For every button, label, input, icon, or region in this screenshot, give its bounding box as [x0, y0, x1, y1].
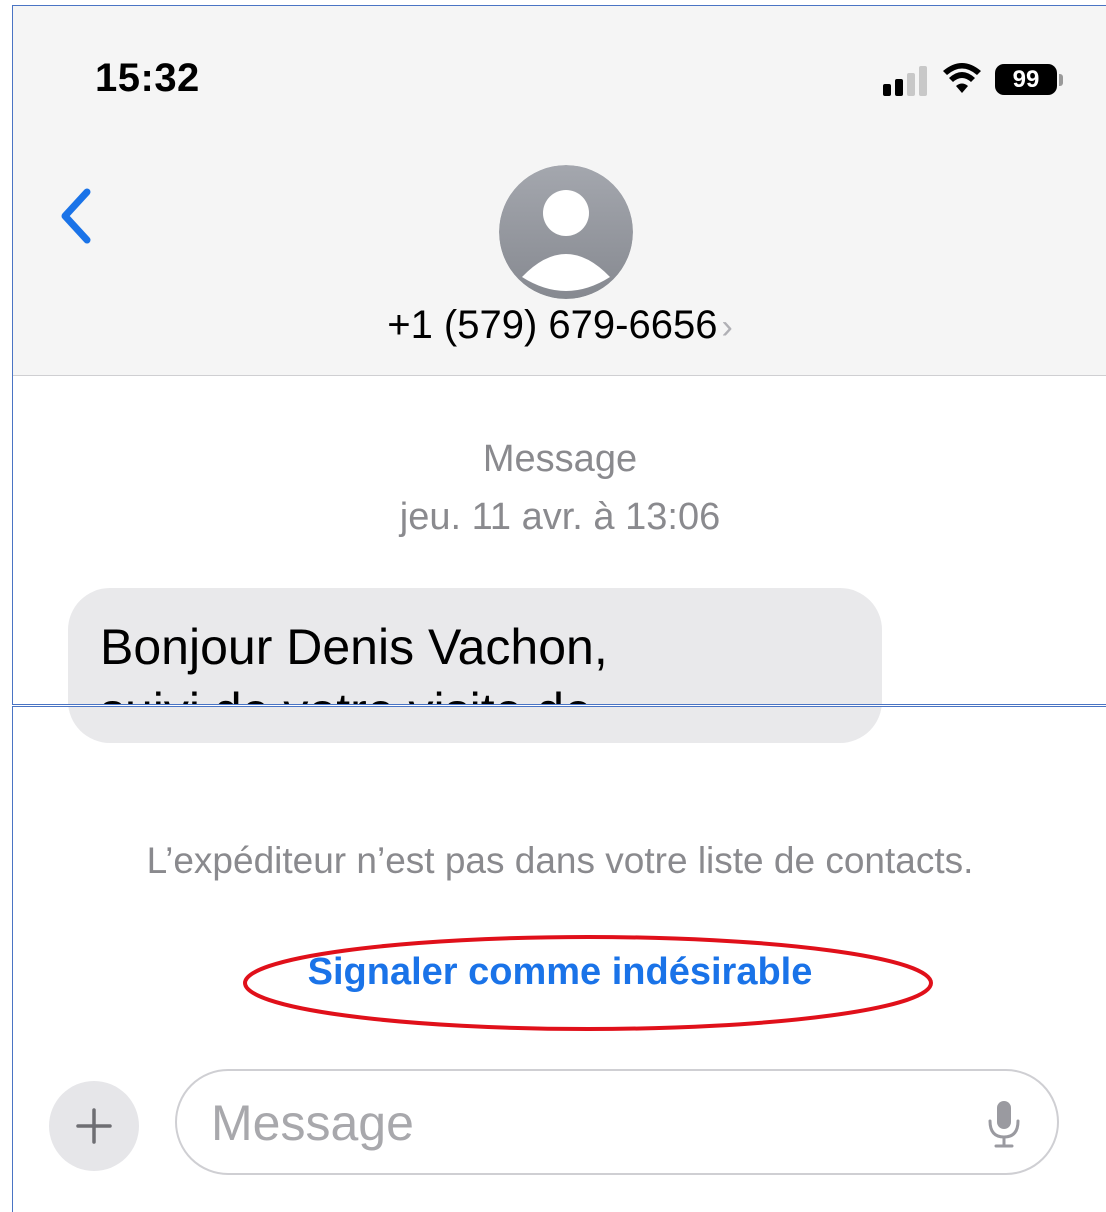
conversation-bottom-panel: L’expéditeur n’est pas dans votre liste … [12, 706, 1106, 1212]
battery-level: 99 [1012, 66, 1040, 93]
message-input-container[interactable] [175, 1069, 1059, 1175]
thread-timestamp: jeu. 11 avr. à 13:06 [13, 496, 1106, 539]
apps-plus-button[interactable] [49, 1081, 139, 1171]
thread-label: Message [482, 438, 638, 480]
message-line-2: suivi de votre visite de [100, 682, 592, 704]
message-line-1: Bonjour Denis Vachon, [100, 619, 608, 675]
battery-cap [1059, 74, 1063, 86]
date-time: 13:06 [625, 496, 721, 538]
wifi-icon [943, 63, 981, 93]
status-time: 15:32 [95, 56, 200, 100]
conversation-header: 15:32 99 +1 (579) 679-6656 › [13, 6, 1106, 376]
person-placeholder-icon [499, 165, 633, 299]
contact-avatar[interactable] [499, 165, 633, 299]
plus-icon [76, 1108, 112, 1144]
signal-icon [883, 66, 927, 96]
screenshot-composite: 15:32 99 +1 (579) 679-6656 › Message jeu… [0, 0, 1106, 1212]
conversation-top-panel: 15:32 99 +1 (579) 679-6656 › Message jeu… [12, 5, 1106, 705]
microphone-icon[interactable] [987, 1099, 1021, 1149]
highlight-annotation-ellipse [243, 935, 933, 1031]
date-day: jeu. 11 avr. [399, 496, 583, 538]
contact-number: +1 (579) 679-6656 [387, 303, 718, 347]
back-button[interactable] [55, 186, 95, 246]
incoming-message-bubble-end[interactable] [68, 707, 882, 743]
date-sep: à [582, 496, 626, 538]
chevron-right-icon: › [721, 308, 733, 346]
message-input[interactable] [209, 1089, 953, 1157]
contact-number-button[interactable]: +1 (579) 679-6656 › [13, 303, 1106, 348]
unknown-sender-notice: L’expéditeur n’est pas dans votre liste … [146, 840, 974, 881]
battery-icon: 99 [995, 64, 1057, 95]
